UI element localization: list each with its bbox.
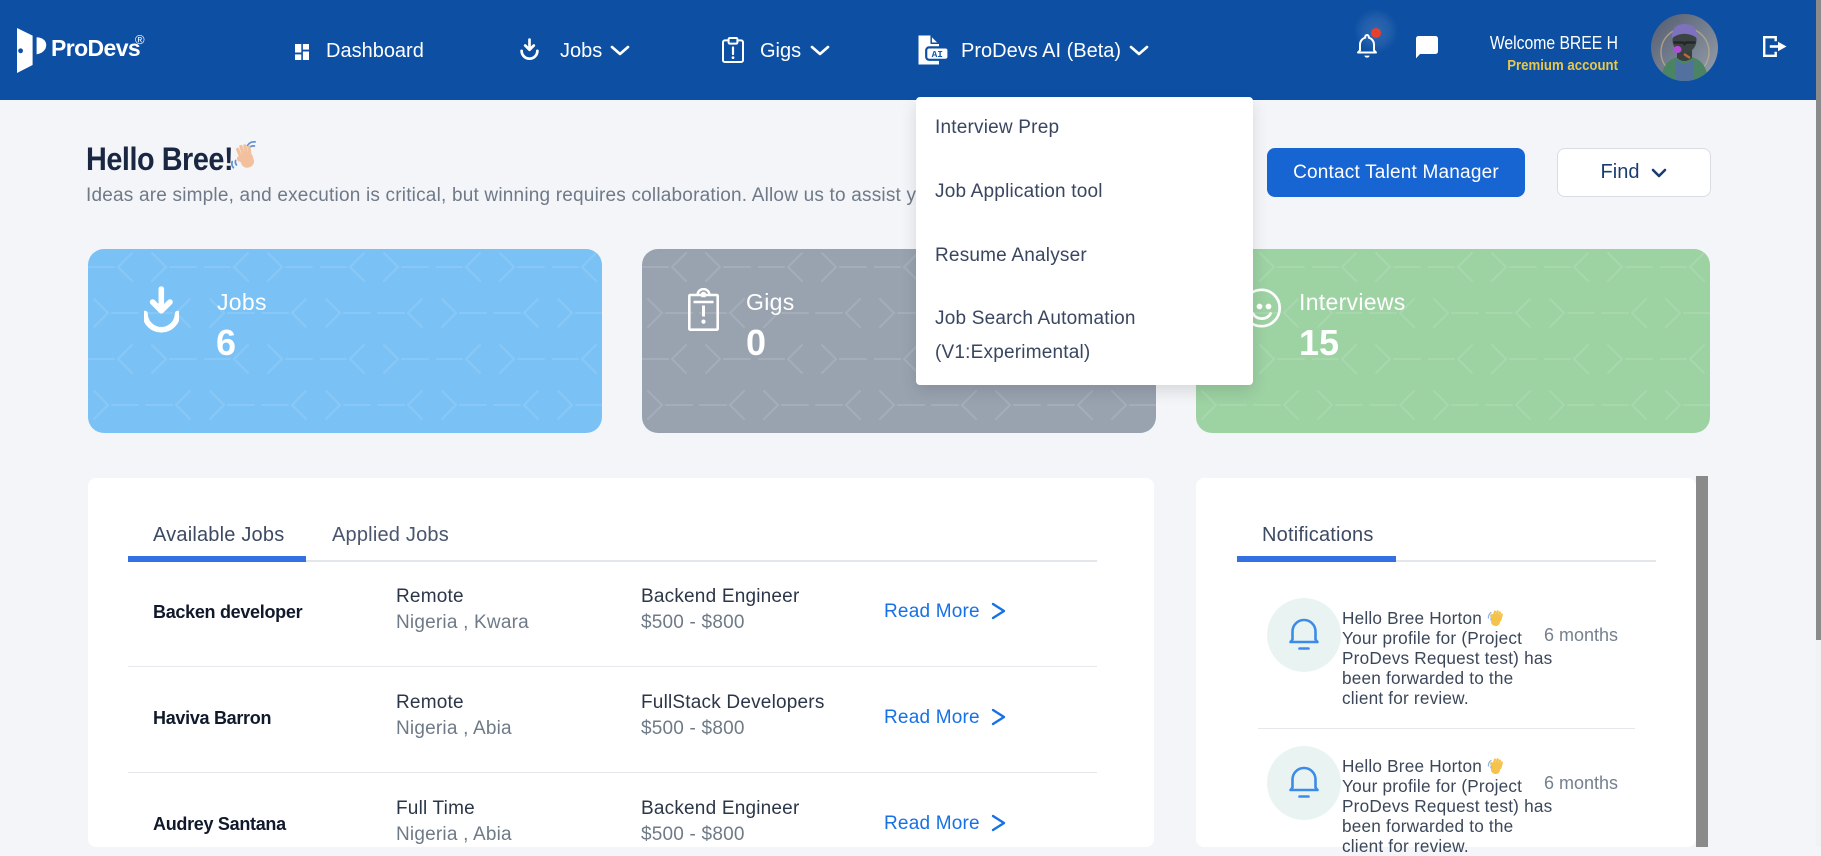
svg-text:AI: AI — [932, 49, 943, 60]
